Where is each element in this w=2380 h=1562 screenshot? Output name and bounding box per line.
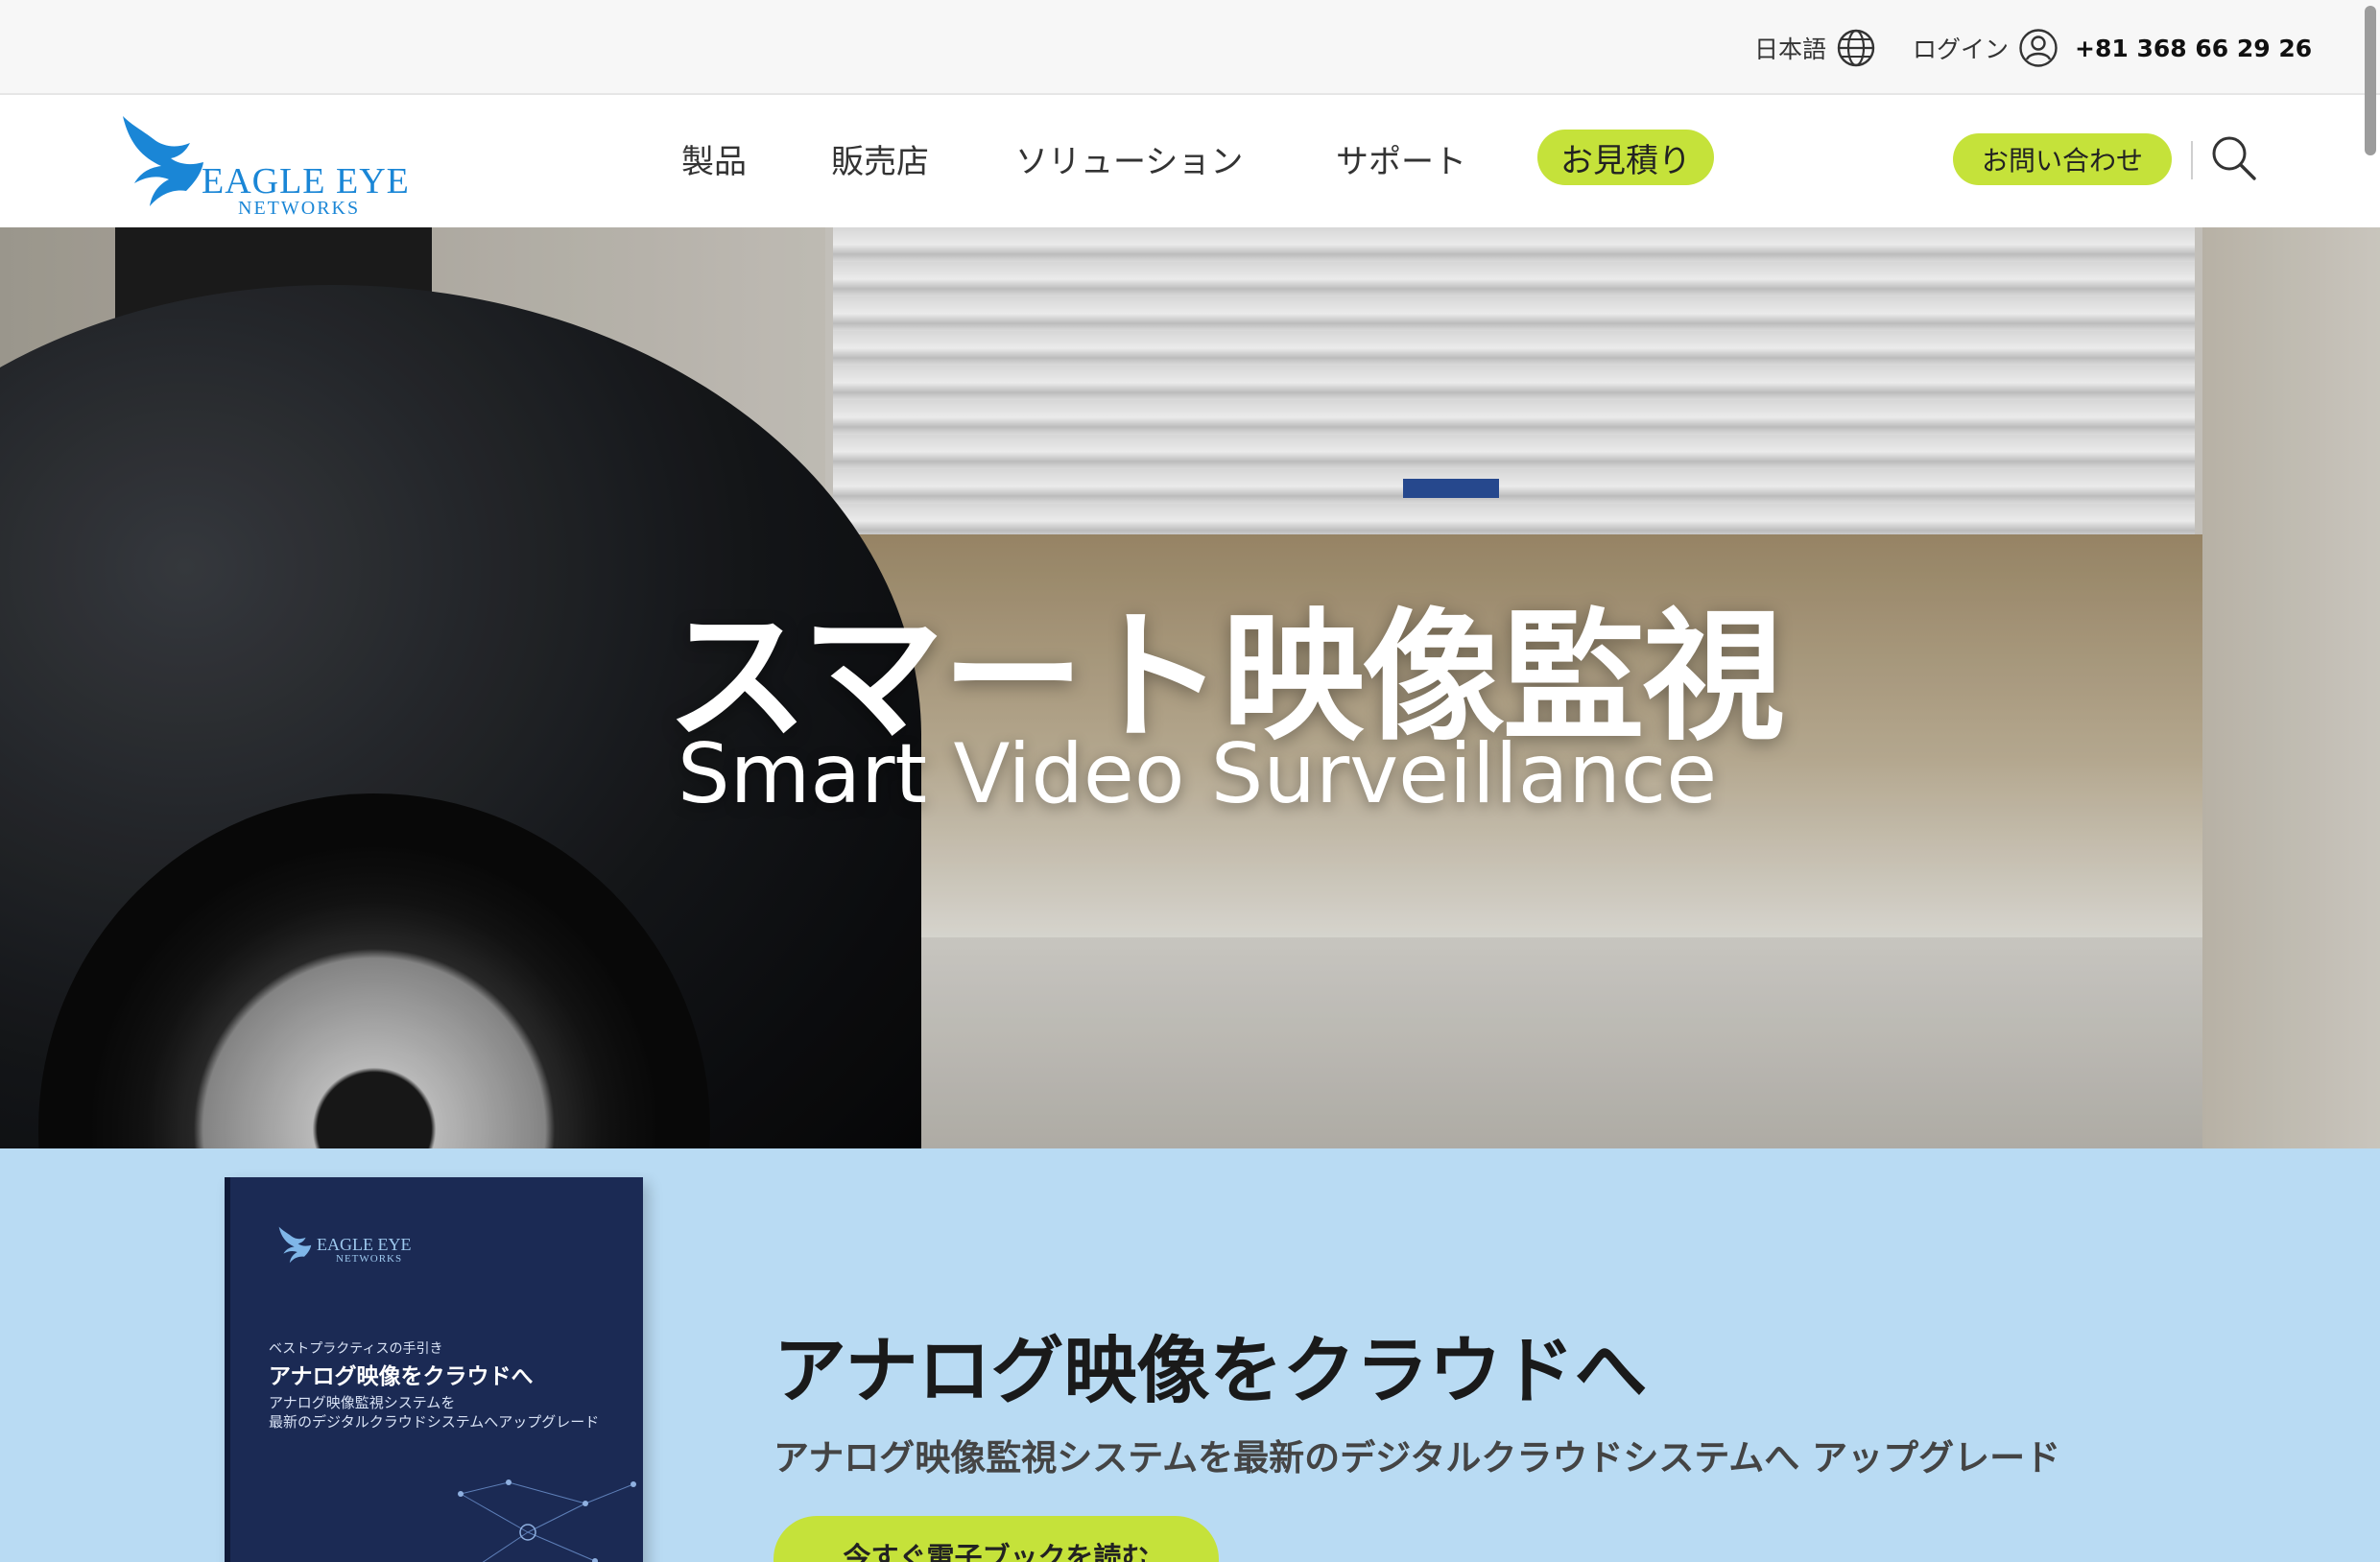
globe-icon bbox=[1837, 29, 1875, 67]
ebook-subtitle: アナログ映像監視システムを最新のデジタルクラウドシステムへ アップグレード bbox=[774, 1437, 2061, 1479]
ebook-cover[interactable]: EAGLE EYE NETWORKS ベストプラクティスの手引き アナログ映像を… bbox=[225, 1177, 643, 1562]
nav-support[interactable]: サポート bbox=[1336, 135, 1466, 182]
user-icon bbox=[2019, 29, 2058, 67]
scrollbar-thumb[interactable] bbox=[2365, 6, 2376, 155]
nav-quote-button[interactable]: お見積り bbox=[1537, 130, 1714, 185]
nav-products[interactable]: 製品 bbox=[681, 135, 747, 182]
eagle-icon bbox=[278, 1226, 312, 1264]
brand-subname: NETWORKS bbox=[238, 198, 361, 219]
search-icon[interactable] bbox=[2209, 133, 2257, 181]
language-selector[interactable]: 日本語 bbox=[1754, 25, 1876, 71]
nav-resellers[interactable]: 販売店 bbox=[831, 135, 929, 182]
brand-logo[interactable]: EAGLE EYE NETWORKS bbox=[119, 112, 416, 219]
cover-title: アナログ映像をクラウドへ bbox=[269, 1364, 534, 1389]
login-link[interactable]: ログイン bbox=[1913, 25, 2059, 71]
login-label: ログイン bbox=[1913, 36, 2010, 63]
main-header: EAGLE EYE NETWORKS 製品 販売店 ソリューション サポート お… bbox=[0, 95, 2380, 227]
brand-name: EAGLE EYE bbox=[202, 161, 410, 201]
ebook-title: アナログ映像をクラウドへ bbox=[774, 1328, 1648, 1413]
hero-subtitle: Smart Video Surveillance bbox=[678, 726, 1718, 822]
cover-brand-sub: NETWORKS bbox=[336, 1253, 403, 1265]
cover-subtitle-line1: アナログ映像監視システムを bbox=[269, 1394, 456, 1411]
hero-banner: スマート映像監視 Smart Video Surveillance bbox=[0, 227, 2380, 1148]
phone-number[interactable]: +81 368 66 29 26 bbox=[2075, 25, 2312, 71]
ebook-section: EAGLE EYE NETWORKS ベストプラクティスの手引き アナログ映像を… bbox=[0, 1148, 2380, 1562]
language-label: 日本語 bbox=[1754, 36, 1827, 63]
cover-subtitle-line2: 最新のデジタルクラウドシステムへアップグレード bbox=[269, 1413, 600, 1431]
contact-button[interactable]: お問い合わせ bbox=[1953, 133, 2172, 185]
read-ebook-button[interactable]: 今すぐ電子ブックを読む bbox=[774, 1516, 1219, 1562]
network-graphic bbox=[458, 1479, 636, 1562]
utility-bar: 日本語 ログイン +81 368 66 29 26 bbox=[0, 0, 2380, 95]
cover-brand: EAGLE EYE bbox=[317, 1235, 412, 1254]
cover-kicker: ベストプラクティスの手引き bbox=[269, 1341, 443, 1357]
eagle-icon bbox=[123, 116, 203, 206]
nav-solutions[interactable]: ソリューション bbox=[1015, 135, 1243, 182]
header-divider bbox=[2191, 141, 2193, 179]
